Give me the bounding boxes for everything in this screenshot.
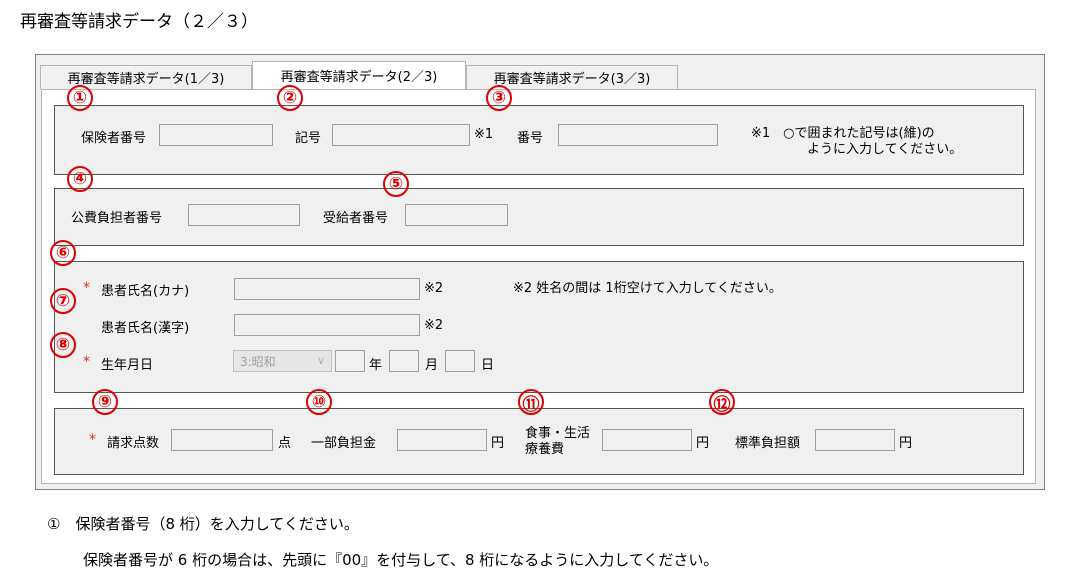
marker-2: ② xyxy=(277,85,303,111)
claim-points-label: 請求点数 xyxy=(107,436,160,451)
marker-5: ⑤ xyxy=(383,171,409,197)
number-label: 番号 xyxy=(517,131,544,146)
patient-name-kana-input[interactable] xyxy=(234,278,420,300)
symbol-note: ※1 xyxy=(474,127,494,142)
insurer-number-input[interactable] xyxy=(159,124,273,146)
tab-panel: 保険者番号 記号 ※1 番号 ※1 ○で囲まれた記号は(維)の ように入力してく… xyxy=(41,89,1036,484)
claim-points-input[interactable] xyxy=(171,429,273,451)
tab-page-2[interactable]: 再審査等請求データ(2／3) xyxy=(252,61,466,89)
copay-label: 一部負担金 xyxy=(311,436,377,451)
month-label: 月 xyxy=(425,358,439,373)
marker-9: ⑨ xyxy=(92,389,118,415)
patient-name-kanji-input[interactable] xyxy=(234,314,420,336)
kana-note: ※2 xyxy=(424,281,444,296)
meal-cost-label-2: 療養費 xyxy=(525,442,565,457)
symbol-input[interactable] xyxy=(332,124,470,146)
points-unit: 点 xyxy=(278,436,292,451)
instruction-line-1: ① 保険者番号（8 桁）を入力してください。 xyxy=(47,515,359,533)
patient-name-kana-label: 患者氏名(カナ) xyxy=(101,284,190,299)
marker-12: ⑫ xyxy=(709,389,735,415)
marker-11: ⑪ xyxy=(518,389,544,415)
birth-year-input[interactable] xyxy=(335,350,365,372)
era-select-value: 3:昭和 xyxy=(240,354,276,369)
public-payer-number-label: 公費負担者番号 xyxy=(71,211,163,226)
insurer-number-label: 保険者番号 xyxy=(81,131,147,146)
public-payer-number-input[interactable] xyxy=(188,204,300,226)
recipient-number-label: 受給者番号 xyxy=(323,211,389,226)
chevron-down-icon: ∨ xyxy=(316,354,325,367)
copay-unit: 円 xyxy=(491,436,505,451)
symbol-label: 記号 xyxy=(295,131,322,146)
meal-cost-unit: 円 xyxy=(696,436,710,451)
required-mark: * xyxy=(83,280,90,296)
marker-3: ③ xyxy=(486,85,512,111)
marker-1: ① xyxy=(67,85,93,111)
tab-page-1[interactable]: 再審査等請求データ(1／3) xyxy=(40,65,252,89)
insurer-group: 保険者番号 記号 ※1 番号 ※1 ○で囲まれた記号は(維)の ように入力してく… xyxy=(54,105,1024,175)
marker-10: ⑩ xyxy=(306,389,332,415)
kana-hint: ※2 姓名の間は 1桁空けて入力してください。 xyxy=(513,281,782,296)
kanji-note: ※2 xyxy=(424,318,444,333)
era-select[interactable]: 3:昭和 ∨ xyxy=(233,350,332,372)
public-payer-group: 公費負担者番号 受給者番号 xyxy=(54,188,1024,246)
required-mark: * xyxy=(83,354,90,370)
meal-cost-input[interactable] xyxy=(602,429,692,451)
day-label: 日 xyxy=(481,358,495,373)
instruction-line-2: 保険者番号が 6 桁の場合は、先頭に『00』を付与して、8 桁になるように入力し… xyxy=(83,551,719,569)
marker-7: ⑦ xyxy=(50,288,76,314)
birth-date-label: 生年月日 xyxy=(101,358,154,373)
page-title: 再審査等請求データ（２／３） xyxy=(20,12,258,32)
billing-group: * 請求点数 点 一部負担金 円 食事・生活 療養費 円 標準負担額 円 xyxy=(54,408,1024,475)
number-input[interactable] xyxy=(558,124,718,146)
birth-month-input[interactable] xyxy=(389,350,419,372)
birth-day-input[interactable] xyxy=(445,350,475,372)
standard-burden-input[interactable] xyxy=(815,429,895,451)
year-label: 年 xyxy=(369,358,383,373)
symbol-note-text-2: ように入力してください。 xyxy=(807,142,963,157)
patient-name-kanji-label: 患者氏名(漢字) xyxy=(101,321,190,336)
recipient-number-input[interactable] xyxy=(405,204,508,226)
marker-8: ⑧ xyxy=(50,332,76,358)
required-mark: * xyxy=(89,432,96,448)
patient-group: * 患者氏名(カナ) ※2 ※2 姓名の間は 1桁空けて入力してください。 患者… xyxy=(54,261,1024,393)
marker-6: ⑥ xyxy=(50,240,76,266)
standard-burden-unit: 円 xyxy=(899,436,913,451)
form-window: 再審査等請求データ(1／3) 再審査等請求データ(2／3) 再審査等請求データ(… xyxy=(35,54,1045,490)
copay-input[interactable] xyxy=(397,429,487,451)
standard-burden-label: 標準負担額 xyxy=(735,436,801,451)
marker-4: ④ xyxy=(67,166,93,192)
